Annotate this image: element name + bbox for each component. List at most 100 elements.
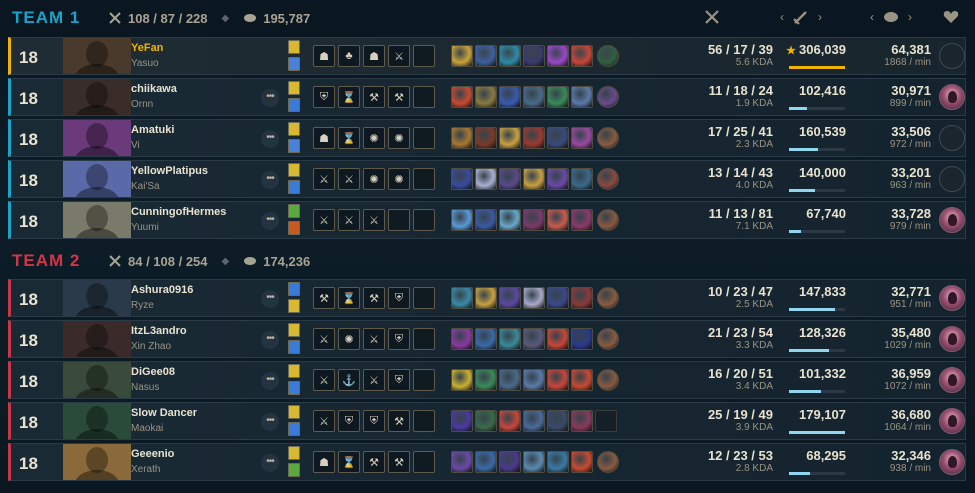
item-icon[interactable] bbox=[499, 86, 521, 108]
honor-button[interactable] bbox=[939, 285, 965, 311]
summoner-spell-icon[interactable] bbox=[288, 299, 300, 313]
summoner-spell-icon[interactable] bbox=[288, 381, 300, 395]
summoner-spell-icon[interactable] bbox=[288, 340, 300, 354]
item-icon[interactable] bbox=[475, 451, 497, 473]
rune-icon[interactable]: ⌛ bbox=[338, 451, 360, 473]
item-icon[interactable] bbox=[451, 168, 473, 190]
rune-icon[interactable]: ⚒ bbox=[388, 410, 410, 432]
item-icon[interactable] bbox=[547, 410, 569, 432]
summoner-name[interactable]: YellowPlatipus bbox=[131, 165, 208, 177]
player-row[interactable]: 18 ItzL3andro Xin Zhao ••• ⚔ ✺ ⚔ ⛨ 21 / 23 … bbox=[8, 320, 966, 358]
item-icon[interactable] bbox=[571, 86, 593, 108]
more-options-button[interactable]: ••• bbox=[261, 89, 279, 107]
item-icon[interactable] bbox=[499, 45, 521, 67]
item-icon[interactable] bbox=[475, 45, 497, 67]
item-icon[interactable] bbox=[547, 328, 569, 350]
summoner-spell-icon[interactable] bbox=[288, 122, 300, 136]
item-icon[interactable] bbox=[475, 168, 497, 190]
item-icon[interactable] bbox=[499, 369, 521, 391]
item-icon[interactable] bbox=[523, 127, 545, 149]
champion-portrait[interactable] bbox=[63, 202, 131, 238]
summoner-spell-icon[interactable] bbox=[288, 221, 300, 235]
rune-icon[interactable]: ⚔ bbox=[363, 369, 385, 391]
rune-icon[interactable]: ♣ bbox=[338, 45, 360, 67]
item-icon[interactable] bbox=[451, 451, 473, 473]
item-icon[interactable] bbox=[523, 45, 545, 67]
item-icon[interactable] bbox=[547, 45, 569, 67]
item-icon[interactable] bbox=[499, 168, 521, 190]
item-icon[interactable] bbox=[571, 45, 593, 67]
item-icon[interactable] bbox=[547, 369, 569, 391]
item-icon[interactable] bbox=[451, 369, 473, 391]
gold-column-header[interactable]: ‹ › bbox=[870, 9, 912, 25]
summoner-spell-icon[interactable] bbox=[288, 163, 300, 177]
rune-icon[interactable]: ⚔ bbox=[363, 209, 385, 231]
item-icon[interactable] bbox=[451, 328, 473, 350]
item-icon[interactable] bbox=[475, 328, 497, 350]
rune-icon[interactable]: ⚔ bbox=[313, 328, 335, 350]
trinket-icon[interactable] bbox=[597, 45, 619, 67]
player-row[interactable]: 18 Geeenio Xerath ••• ☗ ⌛ ⚒ ⚒ 12 / 23 / 53 … bbox=[8, 443, 966, 481]
rune-icon[interactable]: ⚒ bbox=[388, 86, 410, 108]
rune-icon[interactable]: ⚔ bbox=[313, 168, 335, 190]
summoner-name[interactable]: CunningofHermes bbox=[131, 206, 226, 218]
rune-icon[interactable]: ✺ bbox=[338, 328, 360, 350]
summoner-spell-icon[interactable] bbox=[288, 57, 300, 71]
player-row[interactable]: 18 YellowPlatipus Kai'Sa ••• ⚔ ⚔ ✺ ✺ 13 / 1… bbox=[8, 160, 966, 198]
item-icon[interactable] bbox=[523, 168, 545, 190]
item-icon[interactable] bbox=[499, 328, 521, 350]
more-options-button[interactable]: ••• bbox=[261, 372, 279, 390]
trinket-icon[interactable] bbox=[597, 209, 619, 231]
honor-button[interactable] bbox=[939, 207, 965, 233]
summoner-spell-icon[interactable] bbox=[288, 98, 300, 112]
rune-icon[interactable]: ⛨ bbox=[363, 410, 385, 432]
rune-icon[interactable]: ☗ bbox=[313, 127, 335, 149]
summoner-spell-icon[interactable] bbox=[288, 204, 300, 218]
rune-icon[interactable]: ☗ bbox=[313, 45, 335, 67]
more-options-button[interactable]: ••• bbox=[261, 454, 279, 472]
honor-button[interactable] bbox=[939, 84, 965, 110]
summoner-name[interactable]: Amatuki bbox=[131, 124, 174, 136]
honor-button[interactable] bbox=[939, 326, 965, 352]
summoner-spell-icon[interactable] bbox=[288, 139, 300, 153]
champion-portrait[interactable] bbox=[63, 38, 131, 74]
trinket-icon[interactable] bbox=[597, 287, 619, 309]
champion-portrait[interactable] bbox=[63, 161, 131, 197]
rune-icon[interactable]: ⌛ bbox=[338, 127, 360, 149]
player-row[interactable]: 18 Ashura0916 Ryze ••• ⚒ ⌛ ⚒ ⛨ 10 / 23 / 47… bbox=[8, 279, 966, 317]
summoner-spell-icon[interactable] bbox=[288, 405, 300, 419]
rune-icon[interactable]: ⚒ bbox=[363, 451, 385, 473]
item-icon[interactable] bbox=[571, 287, 593, 309]
champion-portrait[interactable] bbox=[63, 321, 131, 357]
more-options-button[interactable]: ••• bbox=[261, 212, 279, 230]
item-icon[interactable] bbox=[451, 209, 473, 231]
summoner-spell-icon[interactable] bbox=[288, 422, 300, 436]
trinket-icon[interactable] bbox=[597, 328, 619, 350]
player-row[interactable]: 18 YeFan Yasuo ☗ ♣ ☗ ⚔ 56 / 17 / 39 5.6 KDA bbox=[8, 37, 966, 75]
item-icon[interactable] bbox=[523, 369, 545, 391]
rune-icon[interactable]: ⚒ bbox=[363, 287, 385, 309]
summoner-spell-icon[interactable] bbox=[288, 282, 300, 296]
summoner-spell-icon[interactable] bbox=[288, 81, 300, 95]
champion-portrait[interactable] bbox=[63, 120, 131, 156]
honor-button[interactable] bbox=[939, 408, 965, 434]
item-icon[interactable] bbox=[475, 287, 497, 309]
trinket-icon[interactable] bbox=[597, 451, 619, 473]
more-options-button[interactable]: ••• bbox=[261, 130, 279, 148]
rune-icon[interactable]: ⚔ bbox=[388, 45, 410, 67]
rune-icon[interactable]: ⚒ bbox=[388, 451, 410, 473]
honor-button[interactable] bbox=[939, 125, 965, 151]
player-row[interactable]: 18 DiGee08 Nasus ••• ⚔ ⚓ ⚔ ⛨ 16 / 20 / 51 3… bbox=[8, 361, 966, 399]
champion-portrait[interactable] bbox=[63, 403, 131, 439]
summoner-spell-icon[interactable] bbox=[288, 180, 300, 194]
rune-icon[interactable]: ⚒ bbox=[313, 287, 335, 309]
summoner-name[interactable]: chiikawa bbox=[131, 83, 177, 95]
honor-button[interactable] bbox=[939, 449, 965, 475]
rune-icon[interactable]: ☗ bbox=[363, 45, 385, 67]
player-row[interactable]: 18 Amatuki Vi ••• ☗ ⌛ ✺ ✺ 17 / 25 / 41 2.3 … bbox=[8, 119, 966, 157]
kda-column-header[interactable] bbox=[703, 9, 721, 25]
item-icon[interactable] bbox=[571, 451, 593, 473]
rune-icon[interactable]: ⌛ bbox=[338, 287, 360, 309]
more-options-button[interactable]: ••• bbox=[261, 331, 279, 349]
item-icon[interactable] bbox=[571, 328, 593, 350]
